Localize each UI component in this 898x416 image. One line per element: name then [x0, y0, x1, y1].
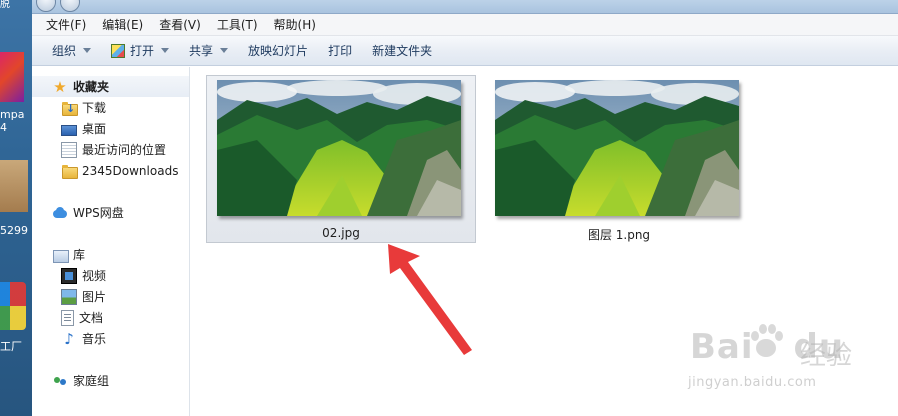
- sidebar-item-label: 图片: [82, 290, 107, 304]
- sidebar-item-label: 音乐: [82, 332, 107, 346]
- command-bar: 组织 打开 共享 放映幻灯片 打印 新建文件夹: [32, 36, 898, 66]
- image-thumbnail: [495, 80, 739, 216]
- sidebar-item-favorites[interactable]: ★ 收藏夹: [32, 76, 189, 97]
- organize-label: 组织: [52, 43, 77, 58]
- sidebar-item-wps-cloud[interactable]: WPS网盘: [32, 202, 189, 223]
- desktop-file-label: 5299: [0, 224, 28, 237]
- sidebar-item-documents[interactable]: 文档: [32, 307, 189, 328]
- sidebar-item-label: 桌面: [82, 122, 107, 136]
- organize-button[interactable]: 组织: [42, 39, 101, 63]
- video-icon: [61, 267, 77, 284]
- recent-places-icon: [61, 141, 77, 158]
- cloud-icon: [52, 205, 68, 221]
- sidebar-item-label: 家庭组: [73, 374, 110, 388]
- navigation-pane: ★ 收藏夹 ↓ 下载 桌面 最近访问的位置 2345Downloads WPS网…: [32, 67, 190, 416]
- sidebar-item-label: 视频: [82, 269, 107, 283]
- desktop-app-label-line1: mpa: [0, 108, 25, 121]
- desktop-app-icon[interactable]: [0, 52, 24, 102]
- sidebar-item-downloads[interactable]: ↓ 下载: [32, 97, 189, 118]
- file-tile[interactable]: 02.jpg: [206, 75, 476, 243]
- sidebar-item-pictures[interactable]: 图片: [32, 286, 189, 307]
- file-name: 02.jpg: [322, 226, 360, 240]
- back-button[interactable]: [36, 0, 56, 12]
- sidebar-item-desktop[interactable]: 桌面: [32, 118, 189, 139]
- desktop-top-label: 脱: [0, 0, 10, 10]
- open-label: 打开: [130, 43, 155, 58]
- share-button[interactable]: 共享: [179, 39, 238, 63]
- chevron-down-icon: [161, 48, 170, 53]
- chevron-down-icon: [83, 48, 92, 53]
- share-label: 共享: [189, 43, 214, 58]
- sidebar-item-recent-places[interactable]: 最近访问的位置: [32, 139, 189, 160]
- file-tile[interactable]: 图层 1.png: [484, 75, 754, 243]
- photo-viewer-icon: [111, 43, 126, 58]
- sidebar-item-label: 文档: [79, 311, 104, 325]
- desktop-app-label-line2: 4: [0, 121, 7, 134]
- menu-view[interactable]: 查看(V): [151, 14, 209, 36]
- menu-help[interactable]: 帮助(H): [266, 14, 324, 36]
- forward-button[interactable]: [60, 0, 80, 12]
- image-thumbnail: [217, 80, 461, 216]
- slideshow-button[interactable]: 放映幻灯片: [238, 39, 318, 63]
- music-note-icon: ♪: [64, 329, 74, 348]
- document-icon: [61, 309, 74, 326]
- menu-edit[interactable]: 编辑(E): [94, 14, 151, 36]
- print-button[interactable]: 打印: [318, 39, 362, 63]
- folder-icon: [61, 163, 78, 179]
- new-folder-button[interactable]: 新建文件夹: [362, 39, 442, 63]
- sidebar-item-libraries[interactable]: 库: [32, 244, 189, 265]
- library-icon: [52, 247, 69, 263]
- file-name: 图层 1.png: [587, 228, 651, 242]
- desktop-strip: 脱 mpa 4 5299 工厂: [0, 0, 32, 416]
- sidebar-item-2345downloads[interactable]: 2345Downloads: [32, 160, 189, 181]
- file-list-pane: 02.jpg 图层 1.png: [191, 67, 898, 416]
- desktop-icon: [61, 125, 77, 136]
- sidebar-item-label: 下载: [82, 101, 107, 115]
- picture-icon: [61, 288, 77, 305]
- sidebar-item-label: WPS网盘: [73, 206, 124, 220]
- sidebar-item-label: 库: [73, 248, 86, 262]
- homegroup-icon: [52, 373, 68, 389]
- menu-bar: 文件(F) 编辑(E) 查看(V) 工具(T) 帮助(H): [32, 14, 898, 36]
- open-button[interactable]: 打开: [101, 39, 179, 63]
- explorer-window: 文件(F) 编辑(E) 查看(V) 工具(T) 帮助(H) 组织 打开 共享 放…: [32, 0, 898, 416]
- sidebar-item-label: 最近访问的位置: [82, 143, 167, 157]
- address-bar: [32, 0, 898, 14]
- star-icon: ★: [53, 77, 67, 96]
- desktop-tool-icon[interactable]: [0, 282, 26, 330]
- desktop-file-icon[interactable]: [0, 160, 28, 212]
- menu-tools[interactable]: 工具(T): [209, 14, 266, 36]
- mountain-valley-image: [217, 80, 461, 216]
- menu-file[interactable]: 文件(F): [38, 14, 94, 36]
- sidebar-item-music[interactable]: ♪ 音乐: [32, 328, 189, 349]
- sidebar-item-videos[interactable]: 视频: [32, 265, 189, 286]
- desktop-app-label: mpa 4: [0, 108, 32, 134]
- downloads-folder-icon: ↓: [61, 100, 78, 116]
- sidebar-item-homegroup[interactable]: 家庭组: [32, 370, 189, 391]
- sidebar-item-label: 收藏夹: [73, 80, 110, 94]
- mountain-valley-image: [495, 80, 739, 216]
- desktop-tool-label: 工厂: [0, 340, 22, 353]
- sidebar-item-label: 2345Downloads: [82, 163, 179, 178]
- explorer-body: ★ 收藏夹 ↓ 下载 桌面 最近访问的位置 2345Downloads WPS网…: [32, 67, 898, 416]
- chevron-down-icon: [220, 48, 229, 53]
